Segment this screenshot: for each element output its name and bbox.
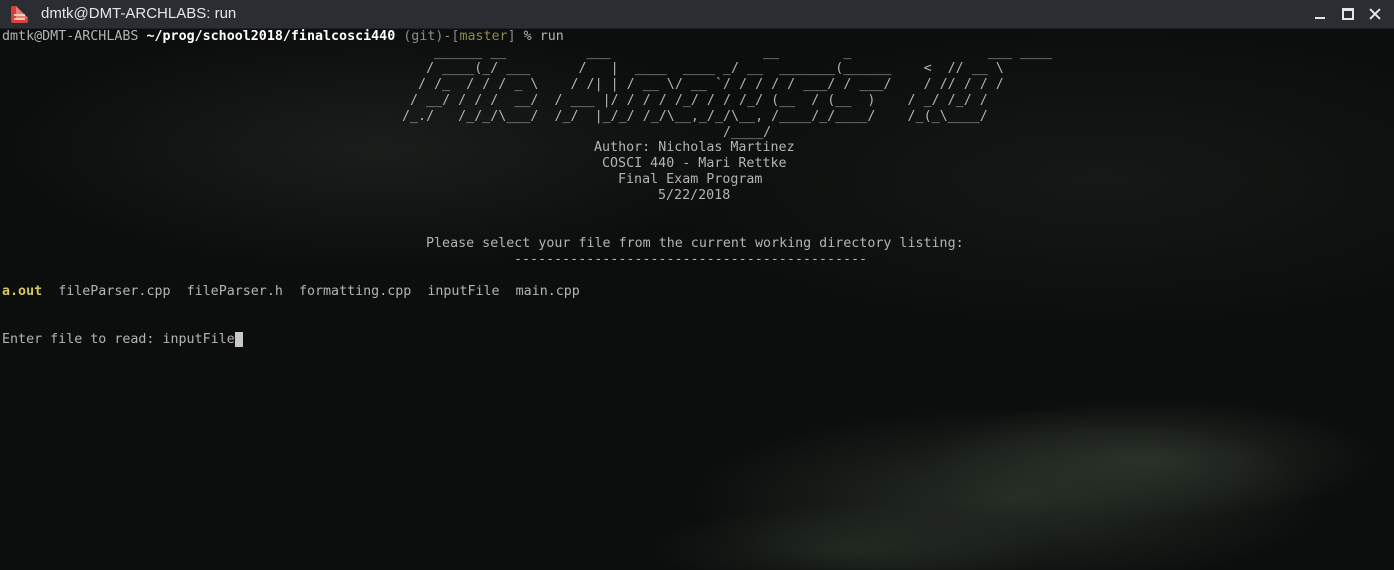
- file-input-line[interactable]: Enter file to read: inputFile: [2, 332, 1394, 348]
- prompt-at: @: [34, 29, 43, 44]
- file-entry: a.out: [2, 284, 43, 299]
- file-entry: main.cpp: [515, 284, 580, 299]
- banner-course: COSCI 440 - Mari Rettke: [602, 156, 787, 171]
- title-bar[interactable]: dmtk@DMT-ARCHLABS: run: [0, 0, 1394, 29]
- prompt-host: DMT-ARCHLABS: [42, 29, 139, 44]
- separator-line: ----------------------------------------…: [514, 252, 868, 267]
- banner-program: Final Exam Program: [618, 172, 763, 187]
- file-entry: fileParser.h: [186, 284, 283, 299]
- maximize-icon[interactable]: [1340, 6, 1356, 22]
- file-entry: fileParser.cpp: [58, 284, 171, 299]
- banner-ascii-line: / __/ / / / __/ / ___ |/ / / / /_/ / / /…: [402, 93, 988, 108]
- terminal-area[interactable]: dmtk@DMT-ARCHLABS ~/prog/school2018/fina…: [0, 29, 1394, 570]
- file-input-value[interactable]: inputFile: [162, 332, 234, 347]
- text-cursor: [234, 332, 243, 347]
- banner-ascii-line: ______ __ ___ __ _ ___ ____: [402, 45, 1052, 60]
- banner-author: Author: Nicholas Martinez: [594, 140, 795, 155]
- prompt-user: dmtk: [2, 29, 35, 44]
- prompt-branch: master: [459, 29, 508, 44]
- prompt-command: run: [539, 29, 564, 44]
- banner-ascii-line: / ____(_/ ___ / | ____ ____ _/ __ ______…: [402, 61, 1004, 76]
- banner-date: 5/22/2018: [658, 188, 731, 203]
- minimize-icon[interactable]: [1312, 6, 1328, 22]
- terminal-window: dmtk@DMT-ARCHLABS: run dmtk@DMT-ARCHLABS…: [0, 0, 1394, 570]
- prompt-git-close: ]: [507, 29, 516, 44]
- instruction-text: Please select your file from the current…: [426, 236, 964, 251]
- file-entry: inputFile: [427, 284, 500, 299]
- file-listing: a.out fileParser.cpp fileParser.h format…: [2, 284, 1394, 300]
- banner-ascii-line: /_./ /_/_/\___/ /_/ |_/_/ /_/\__,_/_/\__…: [402, 109, 988, 124]
- prompt-path: ~/prog/school2018/finalcosci440: [146, 29, 396, 44]
- prompt-symbol: %: [523, 29, 540, 44]
- prompt-git-open: (git)-[: [403, 29, 460, 44]
- file-entry: formatting.cpp: [298, 284, 412, 299]
- banner-ascii-line: / /_ / / / _ \ / /| | / __ \/ __ `/ / / …: [402, 77, 1004, 92]
- close-icon[interactable]: [1367, 6, 1383, 22]
- banner-ascii-line: /____/: [402, 125, 772, 140]
- window-title: dmtk@DMT-ARCHLABS: run: [41, 5, 237, 22]
- terminal-app-icon: [11, 6, 28, 23]
- file-input-label: Enter file to read:: [2, 332, 163, 347]
- shell-prompt-line: dmtk@DMT-ARCHLABS ~/prog/school2018/fina…: [2, 29, 1394, 45]
